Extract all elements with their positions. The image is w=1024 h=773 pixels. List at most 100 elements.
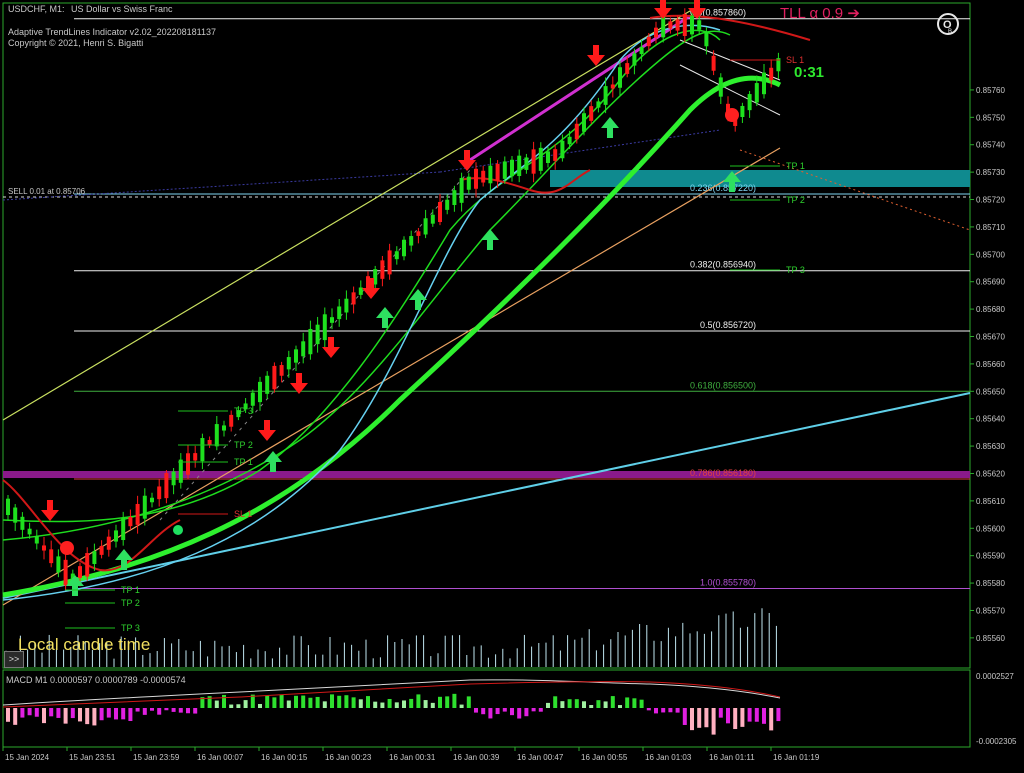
- price-tick-label: 0.85670: [976, 333, 1005, 342]
- candle-body: [258, 381, 262, 403]
- candle-body: [114, 530, 118, 542]
- macd-bar: [560, 701, 565, 708]
- macd-bar: [236, 704, 241, 708]
- mid-tp3-label: TP 3: [234, 406, 253, 416]
- price-tick-label: 0.85690: [976, 278, 1005, 287]
- candle-body: [589, 106, 594, 121]
- macd-bar: [380, 702, 385, 708]
- candles-group: [6, 8, 781, 593]
- time-axis: 15 Jan 2024 15 Jan 23:51 15 Jan 23:59 16 Ja…: [2, 747, 820, 762]
- candle-body: [250, 392, 255, 406]
- macd-bar: [452, 693, 457, 708]
- candle-body: [711, 55, 716, 71]
- fib-level-label: 0.382(0.856940): [690, 260, 756, 270]
- macd-bar: [445, 696, 450, 708]
- candle-body: [639, 46, 644, 55]
- macd-bar: [546, 702, 550, 708]
- countdown-timer: 0:31: [794, 64, 824, 81]
- macd-bar: [229, 704, 234, 708]
- macd-bar: [762, 708, 766, 724]
- macd-bar: [423, 700, 428, 708]
- macd-bar: [603, 701, 608, 708]
- candle-body: [63, 559, 68, 586]
- macd-bar: [157, 708, 162, 715]
- candle-body: [747, 94, 752, 111]
- macd-bar: [474, 708, 478, 713]
- candle-body: [322, 314, 327, 341]
- macd-bar: [121, 708, 126, 720]
- time-tick-label: 16 Jan 00:07: [197, 753, 244, 762]
- candle-body: [34, 536, 39, 544]
- fib-level-label: 1.0(0.855780): [700, 578, 756, 588]
- macd-bar: [128, 708, 133, 722]
- time-tick-label: 16 Jan 00:31: [389, 753, 436, 762]
- macd-bar: [186, 708, 190, 714]
- candle-body: [524, 157, 529, 170]
- macd-bar: [776, 708, 781, 722]
- price-tick-label: 0.85570: [976, 606, 1005, 615]
- macd-bar: [524, 708, 529, 717]
- macd-bar: [308, 697, 313, 708]
- price-tick-label: 0.85610: [976, 497, 1005, 506]
- macd-bar: [553, 696, 558, 708]
- candle-body: [445, 199, 450, 210]
- macd-bar: [20, 708, 25, 718]
- fib-level-label: 0.618(0.856500): [690, 380, 756, 390]
- candle-body: [135, 503, 140, 525]
- macd-bar: [272, 697, 277, 708]
- chart-title: USDCHF, M1: US Dollar vs Swiss Franc: [8, 4, 173, 14]
- candle-body: [150, 497, 154, 503]
- candle-body: [6, 498, 10, 516]
- sell-signal-dot-2: [725, 108, 739, 122]
- macd-bar: [171, 708, 176, 712]
- macd-bar: [358, 699, 363, 708]
- candle-body: [553, 149, 558, 161]
- macd-bar: [639, 699, 644, 708]
- svg-text:B: B: [948, 29, 952, 35]
- candle-body: [85, 553, 90, 577]
- candle-body: [128, 516, 133, 527]
- local-candle-time-label: Local candle time: [18, 635, 151, 654]
- macd-bar: [430, 702, 435, 708]
- panel-toggle-button[interactable]: >>: [4, 651, 24, 668]
- time-tick-label: 16 Jan 01:11: [709, 753, 755, 762]
- macd-bar: [495, 708, 500, 715]
- chart-window[interactable]: 0.0(0.857860) 0.236(0.857220) 0.382(0.8569…: [0, 0, 1024, 768]
- time-tick-label: 16 Jan 01:19: [773, 753, 820, 762]
- macd-bar: [214, 700, 219, 708]
- macd-bar: [150, 708, 154, 711]
- candle-body: [394, 251, 399, 260]
- macd-bar: [92, 708, 97, 726]
- macd-axis-top: 0.0002527: [976, 672, 1014, 681]
- sell-arrow-icon: [458, 150, 476, 171]
- candle-body: [546, 151, 550, 163]
- candle-body: [466, 176, 471, 190]
- candle-body: [610, 84, 615, 89]
- fib-level-label: 0.786(0.856180): [690, 468, 756, 478]
- candle-body: [769, 67, 774, 81]
- macd-bar: [34, 708, 39, 717]
- candle-body: [690, 15, 694, 35]
- macd-bar: [510, 708, 514, 716]
- macd-bar: [222, 694, 226, 708]
- macd-bar: [704, 708, 709, 728]
- macd-bar: [78, 708, 82, 722]
- macd-bar: [13, 708, 18, 725]
- candle-body: [92, 551, 97, 565]
- macd-bar: [6, 708, 10, 722]
- macd-bar: [330, 694, 334, 708]
- candle-body: [574, 123, 579, 140]
- macd-bar: [135, 708, 140, 712]
- candle-body: [625, 63, 630, 74]
- candle-body: [358, 287, 363, 295]
- macd-bar: [574, 699, 579, 708]
- macd-bar: [697, 708, 702, 728]
- macd-bar: [668, 708, 673, 713]
- indicator-logo-icon: O B: [937, 13, 959, 35]
- price-chart[interactable]: 0.0(0.857860)0.236(0.857220)0.382(0.8569…: [0, 0, 1024, 768]
- candle-body: [337, 306, 342, 320]
- macd-bar: [344, 695, 349, 708]
- macd-bar: [337, 695, 342, 708]
- candle-body: [618, 67, 622, 88]
- price-axis: 0.85760 0.85750 0.85740 0.85730 0.85720 0.857…: [970, 86, 1005, 643]
